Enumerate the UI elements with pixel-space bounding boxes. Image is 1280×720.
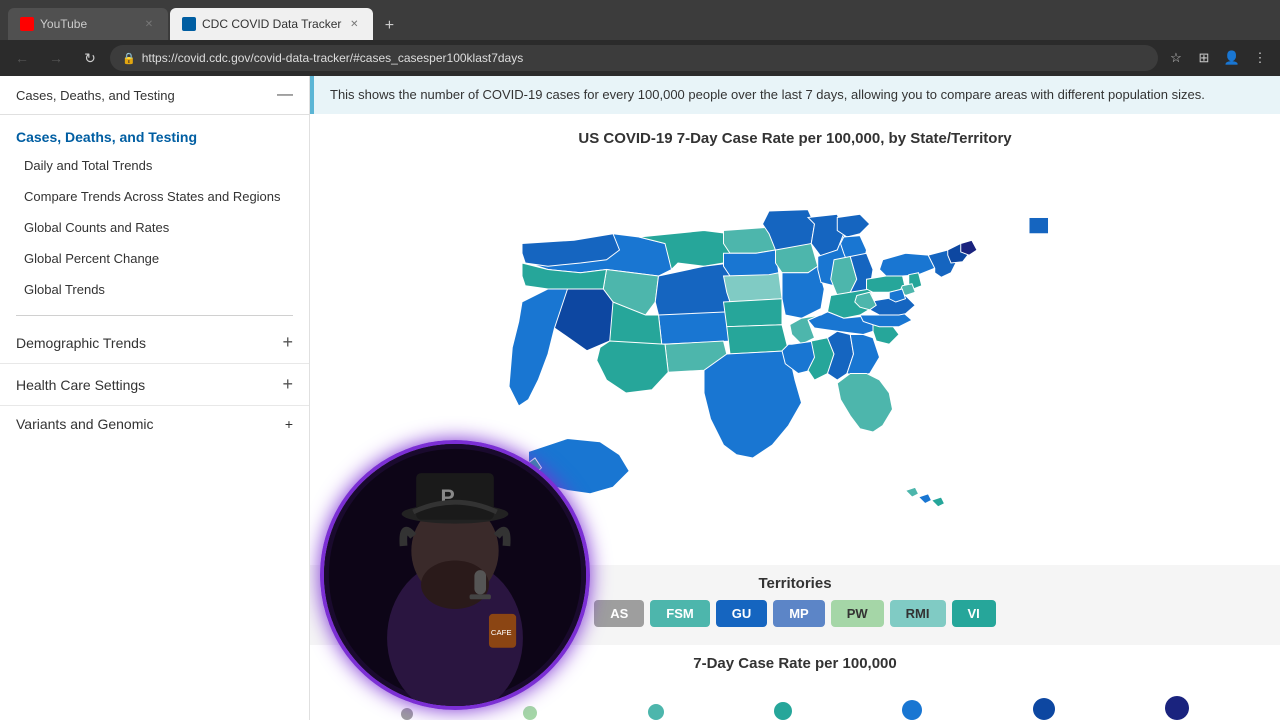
tab-youtube[interactable]: YouTube ✕: [8, 8, 168, 40]
browser-tabs: YouTube ✕ CDC COVID Data Tracker ✕ +: [8, 0, 403, 40]
chart-dot-4: [902, 700, 922, 720]
tab-youtube-close[interactable]: ✕: [142, 17, 156, 31]
bookmark-icon[interactable]: ☆: [1164, 46, 1188, 70]
address-text: https://covid.cdc.gov/covid-data-tracker…: [142, 51, 524, 65]
tab-cdc-close[interactable]: ✕: [347, 17, 361, 31]
sidebar-demographic-expand-icon: +: [282, 332, 293, 353]
browser-chrome: YouTube ✕ CDC COVID Data Tracker ✕ +: [0, 0, 1280, 40]
map-title: US COVID-19 7-Day Case Rate per 100,000,…: [326, 130, 1264, 147]
chart-dot-2: [648, 704, 664, 720]
content-area: This shows the number of COVID-19 cases …: [310, 76, 1280, 720]
territory-fsm[interactable]: FSM: [650, 600, 709, 627]
sidebar-item-compare-trends[interactable]: Compare Trends Across States and Regions: [16, 182, 293, 213]
sidebar-demographic-trends[interactable]: Demographic Trends +: [0, 322, 309, 364]
chart-dot-6: [1165, 696, 1189, 720]
forward-button[interactable]: →: [42, 44, 70, 72]
main-area: Cases, Deaths, and Testing — Cases, Deat…: [0, 76, 1280, 720]
chart-dot-5: [1033, 698, 1055, 720]
sidebar-top-section-label: Cases, Deaths, and Testing: [16, 88, 175, 103]
sidebar-health-expand-icon: +: [282, 374, 293, 395]
territory-rmi[interactable]: RMI: [890, 600, 946, 627]
sidebar-top-section-header[interactable]: Cases, Deaths, and Testing —: [0, 76, 309, 115]
refresh-button[interactable]: ↻: [76, 44, 104, 72]
territory-mp[interactable]: MP: [773, 600, 825, 627]
svg-text:P: P: [440, 485, 454, 509]
extensions-icon[interactable]: ⊞: [1192, 46, 1216, 70]
youtube-favicon: [20, 17, 34, 31]
back-button[interactable]: ←: [8, 44, 36, 72]
sidebar-item-global-percent[interactable]: Global Percent Change: [16, 244, 293, 275]
sidebar-health-care[interactable]: Health Care Settings +: [0, 364, 309, 406]
webcam-person: P CAFE: [324, 444, 586, 706]
sidebar-item-global-trends[interactable]: Global Trends: [16, 275, 293, 306]
browser-nav: ← → ↻ 🔒 https://covid.cdc.gov/covid-data…: [0, 40, 1280, 76]
sidebar-active-section: Cases, Deaths, and Testing Daily and Tot…: [0, 115, 309, 309]
territory-pw[interactable]: PW: [831, 600, 884, 627]
territory-as[interactable]: AS: [594, 600, 644, 627]
sidebar-variants-expand-icon: +: [285, 416, 293, 432]
territory-gu[interactable]: GU: [716, 600, 768, 627]
svg-text:CAFE: CAFE: [491, 628, 512, 637]
tab-cdc-label: CDC COVID Data Tracker: [202, 17, 341, 31]
chart-dot-0: [401, 708, 413, 720]
chart-dot-3: [774, 702, 792, 720]
cdc-favicon: [182, 17, 196, 31]
sidebar-item-daily-trends[interactable]: Daily and Total Trends: [16, 151, 293, 182]
chart-dot-1: [523, 706, 537, 720]
new-tab-button[interactable]: +: [375, 12, 403, 40]
menu-icon[interactable]: ⋮: [1248, 46, 1272, 70]
webcam-overlay: P CAFE: [320, 440, 590, 710]
webcam-inner: P CAFE: [324, 444, 586, 706]
profile-icon[interactable]: 👤: [1220, 46, 1244, 70]
sidebar-health-label: Health Care Settings: [16, 377, 145, 393]
sidebar-divider: [16, 315, 293, 316]
sidebar-variants[interactable]: Variants and Genomic +: [0, 406, 309, 442]
tab-cdc[interactable]: CDC COVID Data Tracker ✕: [170, 8, 373, 40]
sidebar-item-global-counts[interactable]: Global Counts and Rates: [16, 213, 293, 244]
info-banner: This shows the number of COVID-19 cases …: [310, 76, 1280, 114]
tab-youtube-label: YouTube: [40, 17, 87, 31]
sidebar: Cases, Deaths, and Testing — Cases, Deat…: [0, 76, 310, 720]
sidebar-active-title[interactable]: Cases, Deaths, and Testing: [16, 123, 293, 151]
territory-vi[interactable]: VI: [952, 600, 996, 627]
sidebar-demographic-label: Demographic Trends: [16, 335, 146, 351]
nav-right-buttons: ☆ ⊞ 👤 ⋮: [1164, 46, 1272, 70]
sidebar-collapse-icon: —: [277, 86, 293, 104]
info-text: This shows the number of COVID-19 cases …: [330, 87, 1205, 102]
lock-icon: 🔒: [122, 52, 136, 65]
sidebar-variants-label: Variants and Genomic: [16, 416, 153, 432]
address-bar[interactable]: 🔒 https://covid.cdc.gov/covid-data-track…: [110, 45, 1158, 71]
